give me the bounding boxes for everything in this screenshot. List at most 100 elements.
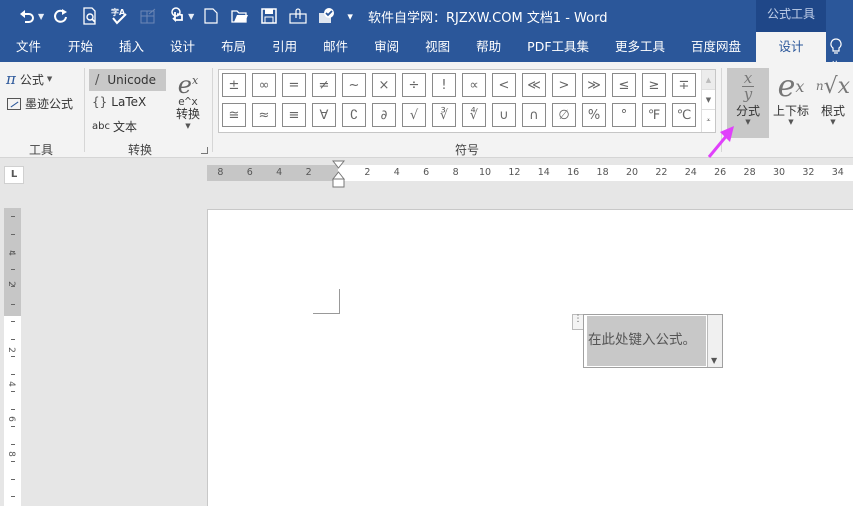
- equation-container[interactable]: 在此处键入公式。 ▼: [583, 314, 723, 368]
- latex-button[interactable]: {} LaTeX: [92, 95, 146, 109]
- ruler-number: 8: [452, 167, 459, 178]
- symbol-button[interactable]: ≈: [252, 103, 276, 127]
- new-document-icon[interactable]: [200, 5, 222, 27]
- spelling-icon[interactable]: 字A: [108, 5, 130, 27]
- tab-7[interactable]: 邮件: [310, 32, 361, 62]
- ruler-tick: [11, 373, 15, 375]
- horizontal-ruler[interactable]: 8 6 4 2 2 4 6 8 10 12 14 16 18 20 22 24 26 28 30 32 34: [207, 165, 853, 181]
- symbol-button[interactable]: ∁: [342, 103, 366, 127]
- fraction-icon: xy: [727, 68, 769, 104]
- tab-design-equation[interactable]: 设计: [756, 32, 826, 62]
- tab-5[interactable]: 布局: [208, 32, 259, 62]
- symbol-button[interactable]: ∅: [552, 103, 576, 127]
- tab-8[interactable]: 审阅: [361, 32, 412, 62]
- symbol-button[interactable]: ∞: [252, 73, 276, 97]
- equation-input[interactable]: 在此处键入公式。: [587, 316, 706, 366]
- equation-options-button[interactable]: ▼: [707, 315, 722, 367]
- script-button[interactable]: ex 上下标 ▼: [770, 68, 812, 138]
- symbol-button[interactable]: ℉: [642, 103, 666, 127]
- save-icon[interactable]: [258, 5, 280, 27]
- tab-4[interactable]: 设计: [157, 32, 208, 62]
- ruler-number: 2: [305, 167, 312, 178]
- scroll-down-icon[interactable]: ▼: [702, 90, 715, 110]
- ruler-number: 8: [217, 167, 224, 178]
- symbol-button[interactable]: ∩: [522, 103, 546, 127]
- open-folder-icon[interactable]: [229, 5, 251, 27]
- symbol-button[interactable]: ≥: [642, 73, 666, 97]
- undo-icon[interactable]: [16, 5, 38, 27]
- symbol-button[interactable]: ≪: [522, 73, 546, 97]
- ruler-number: 4: [276, 167, 283, 178]
- symbol-button[interactable]: !: [432, 73, 456, 97]
- symbol-button[interactable]: ∜: [462, 103, 486, 127]
- radical-button[interactable]: n √x 根式 ▼: [812, 68, 853, 138]
- tab-selector-button[interactable]: L: [4, 166, 24, 184]
- symbol-button[interactable]: ∝: [462, 73, 486, 97]
- unicode-button[interactable]: / Unicode: [89, 69, 166, 91]
- ink-equation-button[interactable]: 墨迹公式: [7, 95, 73, 112]
- dialog-launcher-icon[interactable]: [201, 147, 208, 154]
- touch-mode-icon[interactable]: [166, 5, 188, 27]
- attach-icon[interactable]: [287, 5, 309, 27]
- chevron-down-icon[interactable]: ▼: [188, 12, 194, 21]
- gallery-scrollbar[interactable]: ▲ ▼ ⩡: [701, 70, 715, 132]
- group-label-symbols: 符号: [455, 143, 480, 157]
- print-preview-icon[interactable]: [79, 5, 101, 27]
- symbol-button[interactable]: %: [582, 103, 606, 127]
- tab-11[interactable]: PDF工具集: [514, 32, 602, 62]
- symbol-button[interactable]: <: [492, 73, 516, 97]
- symbol-button[interactable]: ∪: [492, 103, 516, 127]
- convert-button[interactable]: ex e^x 转换 ▼: [170, 70, 206, 130]
- equation-button[interactable]: π 公式 ▼: [6, 70, 52, 88]
- symbol-button[interactable]: °: [612, 103, 636, 127]
- tab-12[interactable]: 更多工具: [602, 32, 678, 62]
- tab-13[interactable]: 百度网盘: [678, 32, 754, 62]
- tab-1[interactable]: 文件: [0, 32, 55, 62]
- chevron-down-icon[interactable]: ▼: [38, 12, 44, 21]
- script-icon: ex: [770, 68, 812, 104]
- ruler-number: 2: [364, 167, 371, 178]
- check-compat-icon[interactable]: [316, 5, 338, 27]
- ruler-tick: [11, 338, 15, 340]
- symbol-button[interactable]: ≫: [582, 73, 606, 97]
- ruler-number: 32: [802, 167, 815, 178]
- symbol-button[interactable]: ~: [342, 73, 366, 97]
- indent-marker-icon[interactable]: [332, 160, 345, 190]
- tab-9[interactable]: 视图: [412, 32, 463, 62]
- chevron-down-icon: ▼: [185, 122, 191, 130]
- symbol-button[interactable]: ≤: [612, 73, 636, 97]
- symbol-button[interactable]: ≡: [282, 103, 306, 127]
- tab-10[interactable]: 帮助: [463, 32, 514, 62]
- text-button[interactable]: abc 文本: [92, 118, 137, 135]
- document-page[interactable]: [207, 209, 853, 506]
- tab-6[interactable]: 引用: [259, 32, 310, 62]
- symbol-button[interactable]: ≅: [222, 103, 246, 127]
- symbol-button[interactable]: =: [282, 73, 306, 97]
- vertical-ruler[interactable]: 422468: [4, 208, 21, 506]
- ruler-number: 4: [5, 381, 16, 388]
- ruler-number: 4: [393, 167, 400, 178]
- symbol-button[interactable]: ÷: [402, 73, 426, 97]
- symbol-button[interactable]: ±: [222, 73, 246, 97]
- tab-3[interactable]: 插入: [106, 32, 157, 62]
- braces-icon: {}: [92, 95, 108, 109]
- symbol-button[interactable]: ∓: [672, 73, 696, 97]
- ruler-number: 34: [831, 167, 844, 178]
- redo-icon[interactable]: [50, 5, 72, 27]
- symbol-button[interactable]: ×: [372, 73, 396, 97]
- symbol-button[interactable]: ∂: [372, 103, 396, 127]
- script-sup: x: [795, 76, 805, 96]
- symbol-button[interactable]: √: [402, 103, 426, 127]
- customize-toolbar-icon[interactable]: ▾: [347, 10, 353, 23]
- symbol-button[interactable]: ∀: [312, 103, 336, 127]
- symbol-button[interactable]: ∛: [432, 103, 456, 127]
- scroll-up-icon[interactable]: ▲: [702, 70, 715, 90]
- symbol-button[interactable]: ℃: [672, 103, 696, 127]
- quick-access-toolbar: ▼ 字A ▼ ▾: [16, 5, 353, 27]
- ruler-number: 22: [655, 167, 668, 178]
- group-separator: [212, 68, 213, 152]
- symbol-button[interactable]: ≠: [312, 73, 336, 97]
- tab-2[interactable]: 开始: [55, 32, 106, 62]
- ruler-tick: [11, 443, 15, 445]
- symbol-button[interactable]: >: [552, 73, 576, 97]
